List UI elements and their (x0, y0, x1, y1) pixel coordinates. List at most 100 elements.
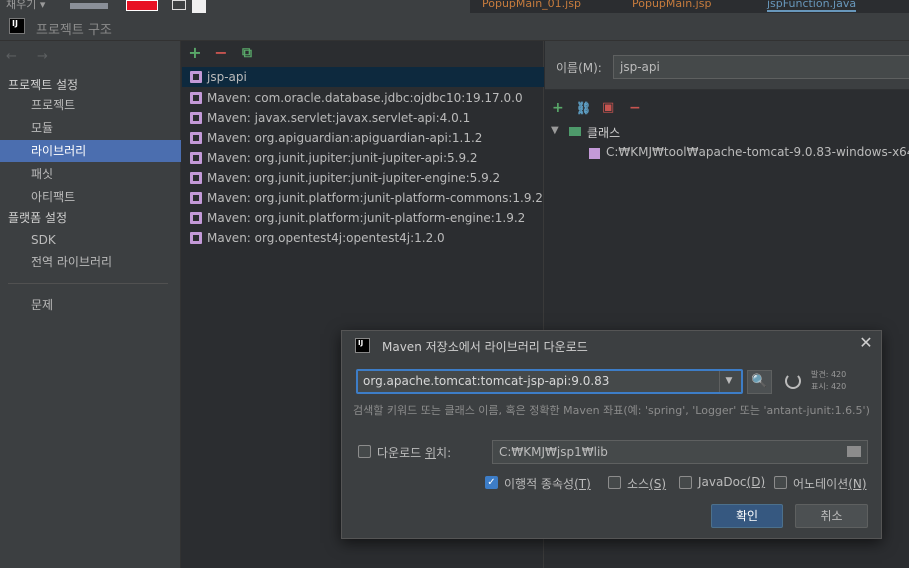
classes-folder-icon (569, 127, 581, 136)
transitive-dependencies-label: 이행적 종속성(T) (504, 475, 591, 492)
javadoc-label-text: JavaDoc (698, 475, 747, 489)
name-label: 이름(M): (556, 61, 602, 75)
javadoc-label-key: (D) (746, 475, 766, 489)
add-root-button[interactable]: + (552, 100, 564, 116)
remove-library-button[interactable]: − (212, 44, 230, 62)
javadoc-label: JavaDoc(D) (698, 475, 765, 489)
sources-label: 소스(S) (627, 475, 666, 492)
search-hint: 검색할 키워드 또는 클래스 이름, 혹은 정확한 Maven 좌표(예: 's… (353, 404, 870, 417)
download-to-label-prefix: 다운로드 (377, 446, 425, 460)
side-tab[interactable] (192, 0, 206, 13)
sources-checkbox[interactable] (608, 476, 621, 489)
editor-tab-active[interactable]: jspFunction.java (767, 0, 857, 12)
library-item[interactable]: Maven: org.junit.jupiter:junit-jupiter-a… (182, 148, 544, 168)
download-directory-value: C:₩KMJ₩jsp1₩lib (499, 445, 608, 459)
nav-divider (8, 283, 168, 284)
transitive-label-text: 이행적 종속성 (504, 477, 575, 491)
download-to-label: 다운로드 위치: (377, 444, 451, 461)
library-icon (190, 172, 202, 184)
line-style-swatch[interactable] (70, 3, 108, 9)
nav-item-modules[interactable]: 모듈 (0, 117, 181, 139)
ok-button[interactable]: 확인 (711, 504, 783, 528)
search-input[interactable]: org.apache.tomcat:tomcat-jsp-api:9.0.83 (363, 374, 609, 388)
library-name: Maven: org.junit.jupiter:junit-jupiter-a… (207, 151, 478, 165)
fill-dropdown-label[interactable]: 채우기 ▾ (6, 0, 45, 12)
sources-label-text: 소스 (627, 477, 650, 491)
color-swatch-red[interactable] (126, 0, 158, 11)
search-button[interactable]: 🔍 (747, 370, 772, 394)
library-name: jsp-api (207, 70, 247, 84)
library-name: Maven: org.junit.jupiter:junit-jupiter-e… (207, 171, 501, 185)
library-name-input[interactable]: jsp-api (613, 55, 909, 79)
nav-item-artifacts[interactable]: 아티팩트 (0, 186, 181, 208)
library-item[interactable]: Maven: org.junit.jupiter:junit-jupiter-e… (182, 168, 544, 188)
add-folder-icon[interactable]: ▣ (602, 100, 614, 115)
window-title-bar: IJ 프로젝트 구조 (0, 13, 909, 41)
add-library-button[interactable]: + (186, 44, 204, 62)
library-icon (190, 192, 202, 204)
library-name: Maven: org.junit.platform:junit-platform… (207, 191, 543, 205)
dialog-title: Maven 저장소에서 라이브러리 다운로드 (382, 340, 588, 354)
library-icon (190, 152, 202, 164)
editor-tab[interactable]: PopupMain.jsp (632, 0, 711, 10)
library-icon (190, 212, 202, 224)
editor-tab[interactable]: PopupMain_01.jsp (482, 0, 581, 10)
library-icon (190, 92, 202, 104)
library-icon (190, 112, 202, 124)
jar-path[interactable]: C:₩KMJ₩tool₩apache-tomcat-9.0.83-windows… (606, 145, 909, 159)
library-icon (190, 232, 202, 244)
found-count: 발견: 420 (811, 370, 847, 379)
annotations-label-key: (N) (848, 477, 867, 491)
nav-item-global-libraries[interactable]: 전역 라이브러리 (0, 251, 181, 273)
transitive-dependencies-checkbox[interactable]: ✓ (485, 476, 498, 489)
nav-section-project-settings: 프로젝트 설정 (8, 78, 79, 92)
copy-library-button[interactable]: ⧉ (238, 44, 256, 62)
javadoc-checkbox[interactable] (679, 476, 692, 489)
library-item[interactable]: Maven: org.opentest4j:opentest4j:1.2.0 (182, 228, 544, 248)
maven-download-dialog: IJ Maven 저장소에서 라이브러리 다운로드 ✕ org.apache.t… (341, 330, 882, 539)
maven-search-combobox[interactable]: org.apache.tomcat:tomcat-jsp-api:9.0.83 … (356, 369, 743, 394)
library-item[interactable]: Maven: org.junit.platform:junit-platform… (182, 208, 544, 228)
library-icon (190, 132, 202, 144)
sources-label-key: (S) (649, 477, 667, 491)
library-icon (190, 71, 202, 83)
download-directory-field[interactable]: C:₩KMJ₩jsp1₩lib (492, 440, 868, 464)
settings-nav: ← → 프로젝트 설정 프로젝트 모듈 라이브러리 패싯 아티팩트 플랫폼 설정… (0, 41, 181, 568)
loading-spinner-icon (785, 373, 801, 389)
attach-link-icon[interactable]: ⛓ (576, 101, 591, 115)
browse-folder-icon[interactable] (847, 446, 861, 457)
combo-divider (719, 371, 720, 392)
annotations-checkbox[interactable] (774, 476, 787, 489)
library-item[interactable]: Maven: com.oracle.database.jdbc:ojdbc10:… (182, 88, 544, 108)
intellij-logo-icon: IJ (9, 18, 25, 34)
nav-item-project[interactable]: 프로젝트 (0, 94, 181, 116)
close-icon[interactable]: ✕ (857, 334, 875, 352)
back-forward-arrows-icon[interactable]: ← → (6, 49, 56, 64)
search-icon: 🔍 (751, 374, 768, 389)
chevron-down-icon[interactable]: ▼ (722, 376, 736, 390)
library-item[interactable]: jsp-api (182, 67, 544, 87)
editor-tabs: PopupMain_01.jsp PopupMain.jsp jspFuncti… (470, 0, 909, 13)
transitive-label-key: (T) (574, 477, 591, 491)
annotations-label: 어노테이션(N) (793, 475, 867, 492)
shown-count: 표시: 420 (811, 382, 847, 391)
library-item[interactable]: Maven: javax.servlet:javax.servlet-api:4… (182, 108, 544, 128)
remove-root-button[interactable]: − (629, 100, 641, 116)
library-item[interactable]: Maven: org.apiguardian:apiguardian-api:1… (182, 128, 544, 148)
jar-file-icon (589, 148, 600, 159)
nav-section-platform-settings: 플랫폼 설정 (8, 211, 68, 225)
nav-item-libraries[interactable]: 라이브러리 (0, 140, 181, 162)
classes-node-label[interactable]: 클래스 (587, 124, 620, 141)
library-item[interactable]: Maven: org.junit.platform:junit-platform… (182, 188, 544, 208)
library-name: Maven: javax.servlet:javax.servlet-api:4… (207, 111, 471, 125)
intellij-logo-icon: IJ (355, 338, 370, 353)
nav-item-facets[interactable]: 패싯 (0, 163, 181, 185)
nav-item-problems[interactable]: 문제 (0, 294, 181, 316)
download-to-checkbox[interactable] (358, 445, 371, 458)
download-to-label-suffix: 치: (436, 446, 452, 460)
chevron-down-icon[interactable]: ▼ (551, 125, 559, 136)
nav-item-sdk[interactable]: SDK (0, 229, 181, 251)
library-name: Maven: org.apiguardian:apiguardian-api:1… (207, 131, 483, 145)
cancel-button[interactable]: 취소 (795, 504, 868, 528)
color-swatch-white[interactable] (172, 0, 186, 10)
